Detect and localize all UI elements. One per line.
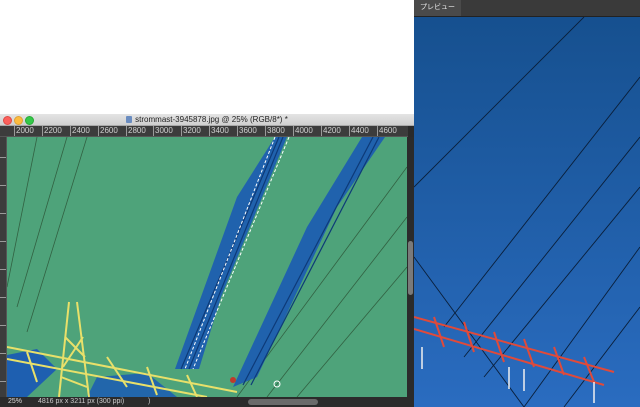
vertical-ruler-tick xyxy=(0,325,6,326)
empty-workspace-area xyxy=(0,0,414,114)
horizontal-ruler[interactable]: 2000 2200 2400 2600 2800 3000 3200 3400 … xyxy=(0,126,408,137)
preview-image xyxy=(414,17,640,407)
vertical-ruler-tick xyxy=(0,213,6,214)
document-titlebar[interactable]: strommast-3945878.jpg @ 25% (RGB/8*) * xyxy=(0,114,414,126)
status-bar: 25% 4816 px x 3211 px (300 ppi) ) xyxy=(0,397,414,407)
vertical-ruler-tick xyxy=(0,241,6,242)
ruler-tick-label: 3000 xyxy=(153,126,173,136)
ruler-tick-label: 2000 xyxy=(14,126,34,136)
vertical-ruler-tick xyxy=(0,353,6,354)
ruler-tick-label: 2200 xyxy=(42,126,62,136)
ruler-tick-label: 4200 xyxy=(321,126,341,136)
ruler-tick-label: 4600 xyxy=(377,126,397,136)
document-file-icon xyxy=(126,116,133,123)
vertical-scrollbar[interactable] xyxy=(407,137,414,397)
vertical-ruler-tick xyxy=(0,297,6,298)
ruler-tick-label: 4400 xyxy=(349,126,369,136)
ruler-tick-label: 2400 xyxy=(70,126,90,136)
vertical-ruler-tick xyxy=(0,157,6,158)
status-menu-arrow[interactable]: ) xyxy=(148,397,150,407)
document-window[interactable]: strommast-3945878.jpg @ 25% (RGB/8*) * 2… xyxy=(0,114,414,407)
ruler-tick-label: 3600 xyxy=(237,126,257,136)
preview-panel: プレビュー xyxy=(414,0,640,407)
ruler-tick-label: 3200 xyxy=(181,126,201,136)
document-size-info: 4816 px x 3211 px (300 ppi) xyxy=(38,398,125,405)
vertical-ruler-tick xyxy=(0,269,6,270)
vertical-ruler[interactable] xyxy=(0,137,7,397)
ruler-tick-label: 3400 xyxy=(209,126,229,136)
ruler-tick-label: 4000 xyxy=(293,126,313,136)
vertical-scroll-thumb[interactable] xyxy=(408,241,413,295)
image-canvas[interactable] xyxy=(7,137,407,397)
preview-header: プレビュー xyxy=(414,0,640,17)
document-title-wrap: strommast-3945878.jpg @ 25% (RGB/8*) * xyxy=(0,114,414,125)
vertical-ruler-tick xyxy=(0,381,6,382)
document-title: strommast-3945878.jpg @ 25% (RGB/8*) * xyxy=(135,115,288,124)
zoom-level[interactable]: 25% xyxy=(8,397,22,407)
ruler-tick-label: 2800 xyxy=(126,126,146,136)
vertical-ruler-tick xyxy=(0,185,6,186)
masked-photo xyxy=(7,137,407,397)
horizontal-scroll-thumb[interactable] xyxy=(248,399,318,405)
ruler-tick-label: 3800 xyxy=(265,126,285,136)
preview-tab[interactable]: プレビュー xyxy=(414,0,461,16)
ruler-tick-label: 2600 xyxy=(98,126,118,136)
